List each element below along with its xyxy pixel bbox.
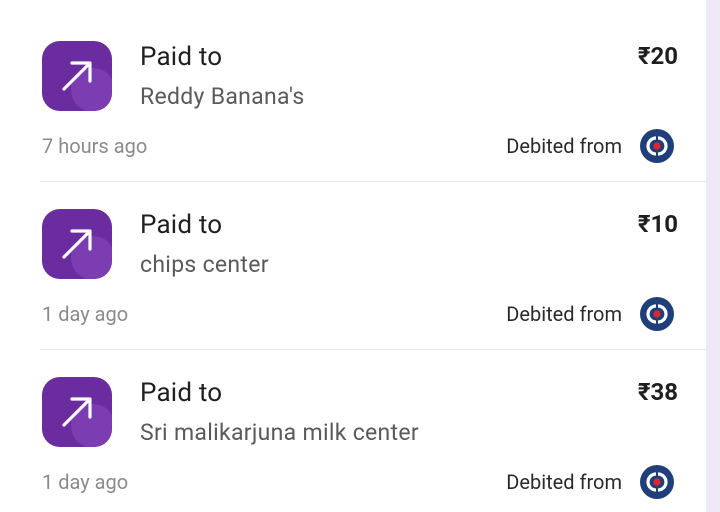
kotak-bank-icon (640, 129, 674, 163)
payee-name: Sri malikarjuna milk center (140, 419, 419, 446)
transaction-amount: ₹38 (637, 378, 678, 406)
debited-from-label: Debited from (506, 134, 622, 158)
kotak-bank-icon (640, 297, 674, 331)
transaction-type-label: Paid to (140, 42, 223, 72)
transaction-amount: ₹10 (637, 210, 678, 238)
arrow-up-right-icon (42, 377, 112, 447)
transaction-time: 1 day ago (42, 302, 129, 326)
transaction-item[interactable]: Paid to Reddy Banana's ₹20 7 hours ago D… (0, 0, 706, 168)
payee-name: chips center (140, 251, 269, 278)
arrow-up-right-icon (42, 209, 112, 279)
transaction-type-label: Paid to (140, 210, 223, 240)
transaction-amount: ₹20 (637, 42, 678, 70)
transaction-item[interactable]: Paid to Sri malikarjuna milk center ₹38 … (0, 336, 706, 504)
transaction-type-label: Paid to (140, 378, 223, 408)
transaction-item[interactable]: Paid to chips center ₹10 1 day ago Debit… (0, 168, 706, 336)
debited-from-label: Debited from (506, 470, 622, 494)
kotak-bank-icon (640, 465, 674, 499)
arrow-up-right-icon (42, 41, 112, 111)
debited-from-label: Debited from (506, 302, 622, 326)
payee-name: Reddy Banana's (140, 83, 305, 110)
transaction-history-list: Paid to Reddy Banana's ₹20 7 hours ago D… (0, 0, 706, 512)
transaction-time: 1 day ago (42, 470, 129, 494)
transaction-time: 7 hours ago (42, 134, 148, 158)
